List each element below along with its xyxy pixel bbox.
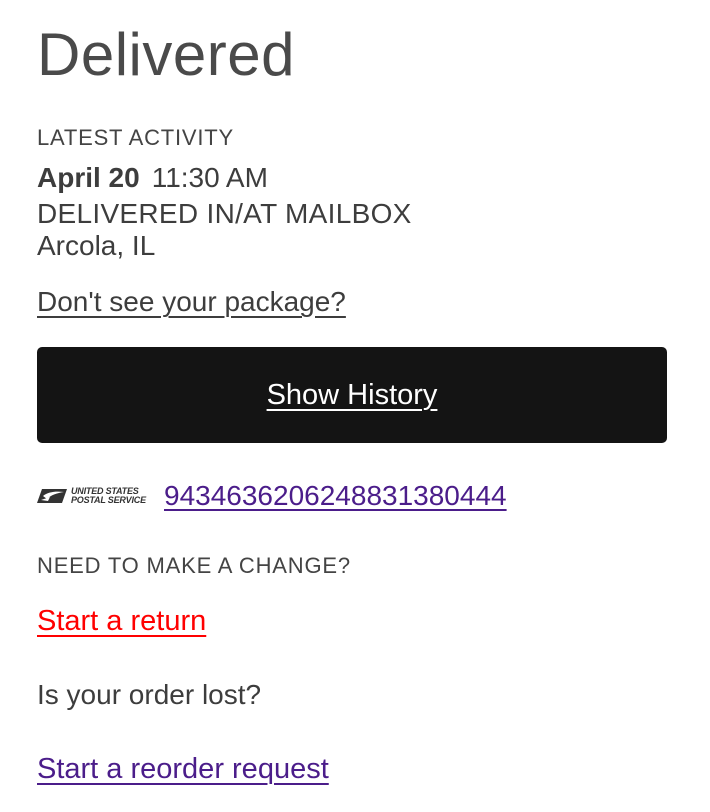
order-lost-question: Is your order lost?: [37, 679, 262, 710]
carrier-row: UNITED STATES POSTAL SERVICE 94346362062…: [37, 476, 507, 516]
usps-wordmark-line2: POSTAL SERVICE: [71, 495, 146, 505]
need-change-label: NEED TO MAKE A CHANGE?: [37, 553, 351, 578]
show-history-button[interactable]: Show History: [37, 347, 667, 443]
usps-wordmark: UNITED STATES POSTAL SERVICE: [71, 487, 146, 505]
start-reorder-link[interactable]: Start a reorder request: [37, 751, 329, 787]
start-return-link[interactable]: Start a return: [37, 603, 206, 639]
activity-time: 11:30 AM: [151, 162, 268, 193]
missing-package-link[interactable]: Don't see your package?: [37, 284, 346, 320]
latest-activity-label: LATEST ACTIVITY: [37, 125, 235, 150]
tracking-number-link[interactable]: 9434636206248831380444: [164, 478, 507, 514]
activity-date: April 20: [37, 162, 140, 193]
activity-status: DELIVERED IN/AT MAILBOX: [37, 198, 412, 229]
activity-datetime: April 20 11:30 AM: [37, 160, 268, 196]
delivery-status-title: Delivered: [37, 21, 295, 88]
usps-logo: UNITED STATES POSTAL SERVICE: [37, 483, 157, 509]
activity-location: Arcola, IL: [37, 230, 156, 261]
usps-eagle-icon: [37, 489, 67, 503]
